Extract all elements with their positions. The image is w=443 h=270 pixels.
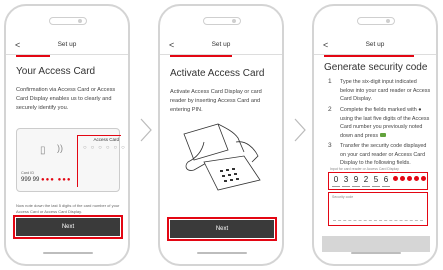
header-bar: < Set up	[6, 40, 128, 55]
note-text: Now note down the last 5 digits of the c…	[16, 203, 120, 214]
required-dot	[421, 176, 426, 181]
phone-notch	[49, 17, 87, 25]
required-dot	[393, 176, 398, 181]
progress-indicator	[16, 55, 50, 57]
home-indicator	[197, 252, 247, 254]
security-code-slots	[333, 218, 423, 221]
card-chip-icon: ▯	[40, 145, 46, 156]
digit: 3	[342, 175, 350, 187]
progress-indicator	[170, 55, 232, 57]
card-icon-grid: ○○○○○○	[83, 145, 129, 151]
step-text: Transfer the security code displayed on …	[340, 143, 427, 166]
header-bar: < Set up	[160, 40, 282, 55]
description-text: Confirmation via Access Card or Access C…	[16, 87, 116, 111]
page-title: Activate Access Card	[170, 68, 265, 79]
description-text: Activate Access Card Display or card rea…	[170, 89, 262, 113]
card-number-prefix: 999 99	[21, 177, 40, 183]
required-dot	[400, 176, 405, 181]
chevron-right-icon	[140, 118, 152, 142]
card-number-masked: ●●● ●●●	[41, 177, 72, 183]
phone-notch	[357, 17, 395, 25]
security-code-field[interactable]: Security code	[328, 192, 428, 226]
phone-screen-your-access-card: < Set up Your Access Card Confirmation v…	[4, 4, 130, 266]
security-code-label: Security code	[332, 195, 354, 199]
next-button[interactable]: Next	[167, 217, 277, 241]
page-title: Generate security code	[324, 62, 428, 73]
digit: 9	[352, 175, 360, 187]
header-title: Set up	[365, 41, 385, 48]
phone-notch	[203, 17, 241, 25]
phone-screen-generate-security-code: < Set up Generate security code 1 Type t…	[312, 4, 438, 266]
step-text: Type the six-digit input indicated below…	[340, 79, 431, 102]
home-indicator	[351, 252, 401, 254]
header-bar: < Set up	[314, 40, 436, 55]
required-dot	[407, 176, 412, 181]
submit-button-disabled[interactable]	[322, 236, 430, 252]
access-card-illustration: ▯ )) Access Card ○○○○○○ Card ID 999 99 ●…	[16, 128, 129, 192]
input-label: Input for card reader or Access Card Dis…	[330, 167, 399, 171]
next-button[interactable]: Next	[13, 215, 123, 239]
header-title: Set up	[211, 41, 231, 48]
digit: 2	[362, 175, 370, 187]
digit: 5	[372, 175, 380, 187]
reader-input-field[interactable]: 0 3 9 2 5 6	[328, 172, 428, 190]
step-number: 2	[328, 106, 332, 113]
card-number: 999 99 ●●● ●●●	[21, 177, 71, 183]
chevron-right-icon	[294, 118, 306, 142]
required-dot	[414, 176, 419, 181]
step-number: 1	[328, 78, 332, 85]
card-id-label: Card ID	[21, 171, 35, 175]
access-card-label: Access Card	[77, 135, 121, 187]
home-indicator	[43, 252, 93, 254]
digit: 6	[382, 175, 390, 187]
step-number: 3	[328, 142, 332, 149]
phone-screen-activate-access-card: < Set up Activate Access Card Activate A…	[158, 4, 284, 266]
header-title: Set up	[57, 41, 77, 48]
contactless-icon: ))	[57, 143, 63, 153]
progress-indicator	[324, 55, 414, 57]
digit: 0	[332, 175, 340, 187]
card-reader-illustration	[183, 123, 261, 191]
ok-icon	[379, 132, 386, 137]
page-title: Your Access Card	[16, 66, 96, 77]
